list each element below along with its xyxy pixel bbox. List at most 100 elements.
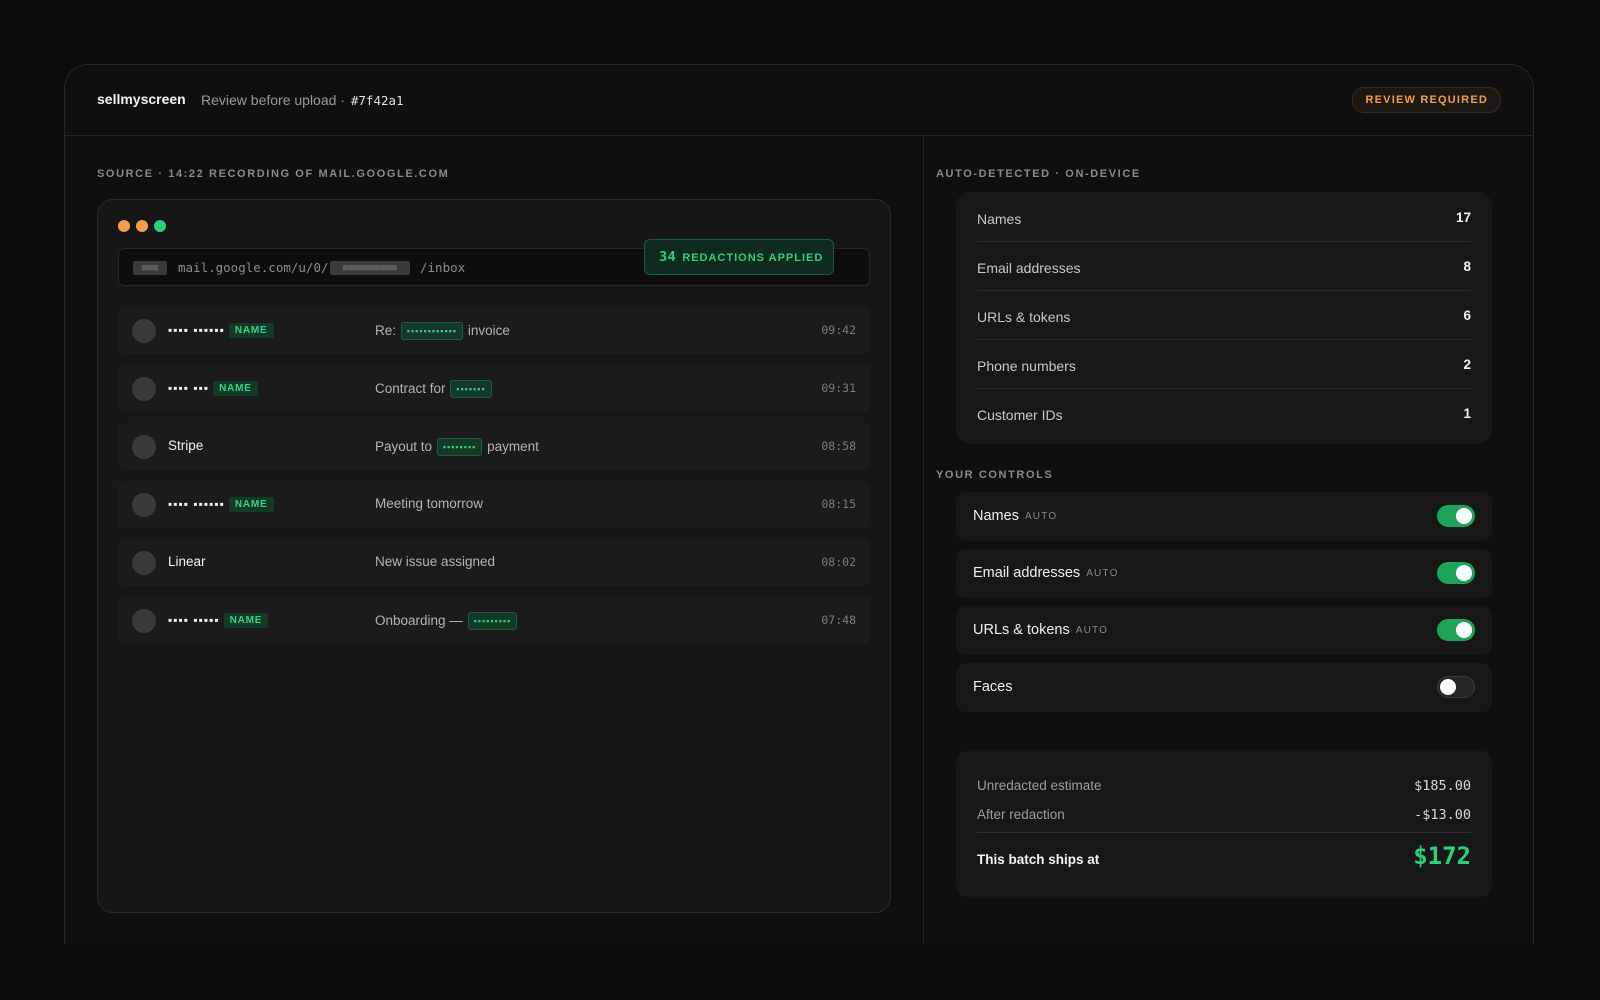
auto-tag: AUTO: [1024, 511, 1058, 522]
detected-summary: Names 17 Email addresses 8 URLs & tokens 6 Pho…: [956, 192, 1492, 444]
subject-text: Payout to: [375, 439, 433, 454]
pricing-divider: [977, 832, 1471, 833]
redacted-pill: ▪▪▪▪▪▪▪: [450, 380, 492, 398]
page-subtitle: Review before upload · #7f42a1: [201, 92, 404, 108]
detected-count: 17: [1455, 210, 1471, 225]
control-name: Faces: [973, 679, 1013, 695]
detected-label: URLs & tokens: [977, 309, 1071, 325]
subject-text: Contract for: [375, 381, 446, 396]
subtitle-text: Review before upload ·: [201, 92, 345, 108]
email-sender: ▪▪▪▪ ▪▪▪▪▪ NAME: [168, 612, 269, 628]
detected-count: 8: [1463, 259, 1471, 274]
email-time: 08:15: [821, 497, 856, 511]
sender-name: ▪▪▪▪ ▪▪▪▪▪▪: [168, 323, 225, 337]
control-label: Names AUTO: [973, 508, 1057, 524]
detected-row: URLs & tokens 6: [977, 290, 1471, 340]
email-subject: New issue assigned: [375, 554, 495, 569]
control-name: Names: [973, 508, 1019, 524]
toggle-knob: [1456, 508, 1472, 524]
toggle-switch[interactable]: [1437, 676, 1475, 698]
redacted-pill: ▪▪▪▪▪▪▪▪▪: [467, 612, 518, 630]
email-sender: Linear: [168, 554, 206, 569]
email-row[interactable]: ▪▪▪▪ ▪▪▪▪▪ NAME Onboarding — ▪▪▪▪▪▪▪▪▪ 07:4…: [118, 597, 870, 644]
avatar: [132, 435, 156, 459]
detected-label: Phone numbers: [977, 358, 1076, 374]
control-label: Email addresses AUTO: [973, 565, 1119, 581]
email-subject: Contract for ▪▪▪▪▪▪▪: [375, 380, 493, 398]
auto-tag: AUTO: [1086, 568, 1119, 579]
control-row: URLs & tokens AUTO: [956, 606, 1492, 655]
control-row: Email addresses AUTO: [956, 549, 1492, 598]
email-row[interactable]: ▪▪▪▪ ▪▪▪▪▪▪ NAME Re: ▪▪▪▪▪▪▪▪▪▪▪▪ invoice 0…: [118, 307, 870, 354]
control-row: Names AUTO: [956, 492, 1492, 541]
detected-count: 1: [1463, 406, 1471, 421]
avatar: [132, 493, 156, 517]
url-segment: mail.google.com/u/0/: [178, 260, 329, 275]
control-name: Email addresses: [973, 565, 1081, 581]
control-row: Faces: [956, 663, 1492, 712]
email-subject: Onboarding — ▪▪▪▪▪▪▪▪▪: [375, 612, 518, 630]
avatar: [132, 319, 156, 343]
total-label: This batch ships at: [977, 852, 1100, 867]
detected-count: 2: [1463, 357, 1471, 372]
toggle-switch[interactable]: [1437, 505, 1475, 527]
redacted-block: ■■■: [133, 261, 167, 275]
control-label: URLs & tokens AUTO: [973, 622, 1108, 638]
toggle-switch[interactable]: [1437, 562, 1475, 584]
subject-text: invoice: [467, 323, 510, 338]
toggle-knob: [1440, 679, 1456, 695]
detected-label: Email addresses: [977, 260, 1081, 276]
source-label: SOURCE · 14:22 RECORDING OF MAIL.GOOGLE.…: [97, 168, 450, 180]
detected-row: Names 17: [977, 192, 1471, 242]
after-redaction-row: After redaction -$13.00: [977, 807, 1471, 823]
recording-preview: ■■■ mail.google.com/u/0/ ■■■■■■■■■■ /inb…: [97, 199, 891, 913]
redacted-pill: ▪▪▪▪▪▪▪▪▪▪▪▪: [400, 322, 464, 340]
sender-name: ▪▪▪▪ ▪▪▪▪▪▪: [168, 497, 225, 511]
unredacted-row: Unredacted estimate $185.00: [977, 778, 1471, 794]
email-row[interactable]: ▪▪▪▪ ▪▪▪ NAME Contract for ▪▪▪▪▪▪▪ 09:31: [118, 365, 870, 412]
subject-text: Onboarding —: [375, 613, 463, 628]
total-value: $172: [1413, 842, 1471, 870]
subject-text: payment: [487, 439, 539, 454]
email-time: 07:48: [821, 613, 856, 627]
email-time: 08:02: [821, 555, 856, 569]
email-sender: ▪▪▪▪ ▪▪▪▪▪▪ NAME: [168, 322, 274, 338]
email-row[interactable]: ▪▪▪▪ ▪▪▪▪▪▪ NAME Meeting tomorrow 08:15: [118, 481, 870, 528]
subject-text: New issue assigned: [375, 554, 496, 569]
redacted-block: ■■■■■■■■■■: [330, 261, 410, 275]
email-sender: ▪▪▪▪ ▪▪▪▪▪▪ NAME: [168, 496, 274, 512]
subject-text: Meeting tomorrow: [375, 496, 484, 511]
window-dot-close-icon: [118, 220, 130, 232]
detected-label: Customer IDs: [977, 407, 1063, 423]
avatar: [132, 609, 156, 633]
brand-logo: sellmyscreen: [97, 91, 186, 107]
subject-text: Re:: [375, 323, 397, 338]
url-segment: /inbox: [420, 260, 466, 275]
name-redaction-tag: NAME: [213, 381, 258, 396]
batch-hash: #7f42a1: [350, 93, 404, 108]
sender-name: Linear: [168, 554, 206, 569]
control-name: URLs & tokens: [973, 622, 1070, 638]
name-redaction-tag: NAME: [228, 497, 274, 512]
detected-row: Customer IDs 1: [977, 388, 1471, 437]
name-redaction-tag: NAME: [228, 323, 274, 338]
detected-label: AUTO-DETECTED · ON-DEVICE: [936, 168, 1141, 180]
sender-name: ▪▪▪▪ ▪▪▪: [168, 381, 210, 395]
email-row[interactable]: Stripe Payout to ▪▪▪▪▪▪▪▪ payment 08:58: [118, 423, 870, 470]
email-row[interactable]: Linear New issue assigned 08:02: [118, 539, 870, 586]
after-redaction-label: After redaction: [977, 807, 1065, 822]
detected-label: Names: [977, 211, 1022, 227]
header: sellmyscreen Review before upload · #7f4…: [65, 65, 1533, 136]
redactions-label: REDACTIONS APPLIED: [682, 252, 824, 264]
toggle-knob: [1456, 565, 1472, 581]
unredacted-label: Unredacted estimate: [977, 778, 1102, 793]
avatar: [132, 377, 156, 401]
email-time: 09:42: [821, 323, 856, 337]
toggle-switch[interactable]: [1437, 619, 1475, 641]
name-redaction-tag: NAME: [223, 613, 269, 628]
toggle-knob: [1456, 622, 1472, 638]
email-time: 08:58: [821, 439, 856, 453]
detected-row: Email addresses 8: [977, 241, 1471, 291]
window-dot-maximize-icon: [154, 220, 166, 232]
column-divider: [923, 135, 924, 944]
